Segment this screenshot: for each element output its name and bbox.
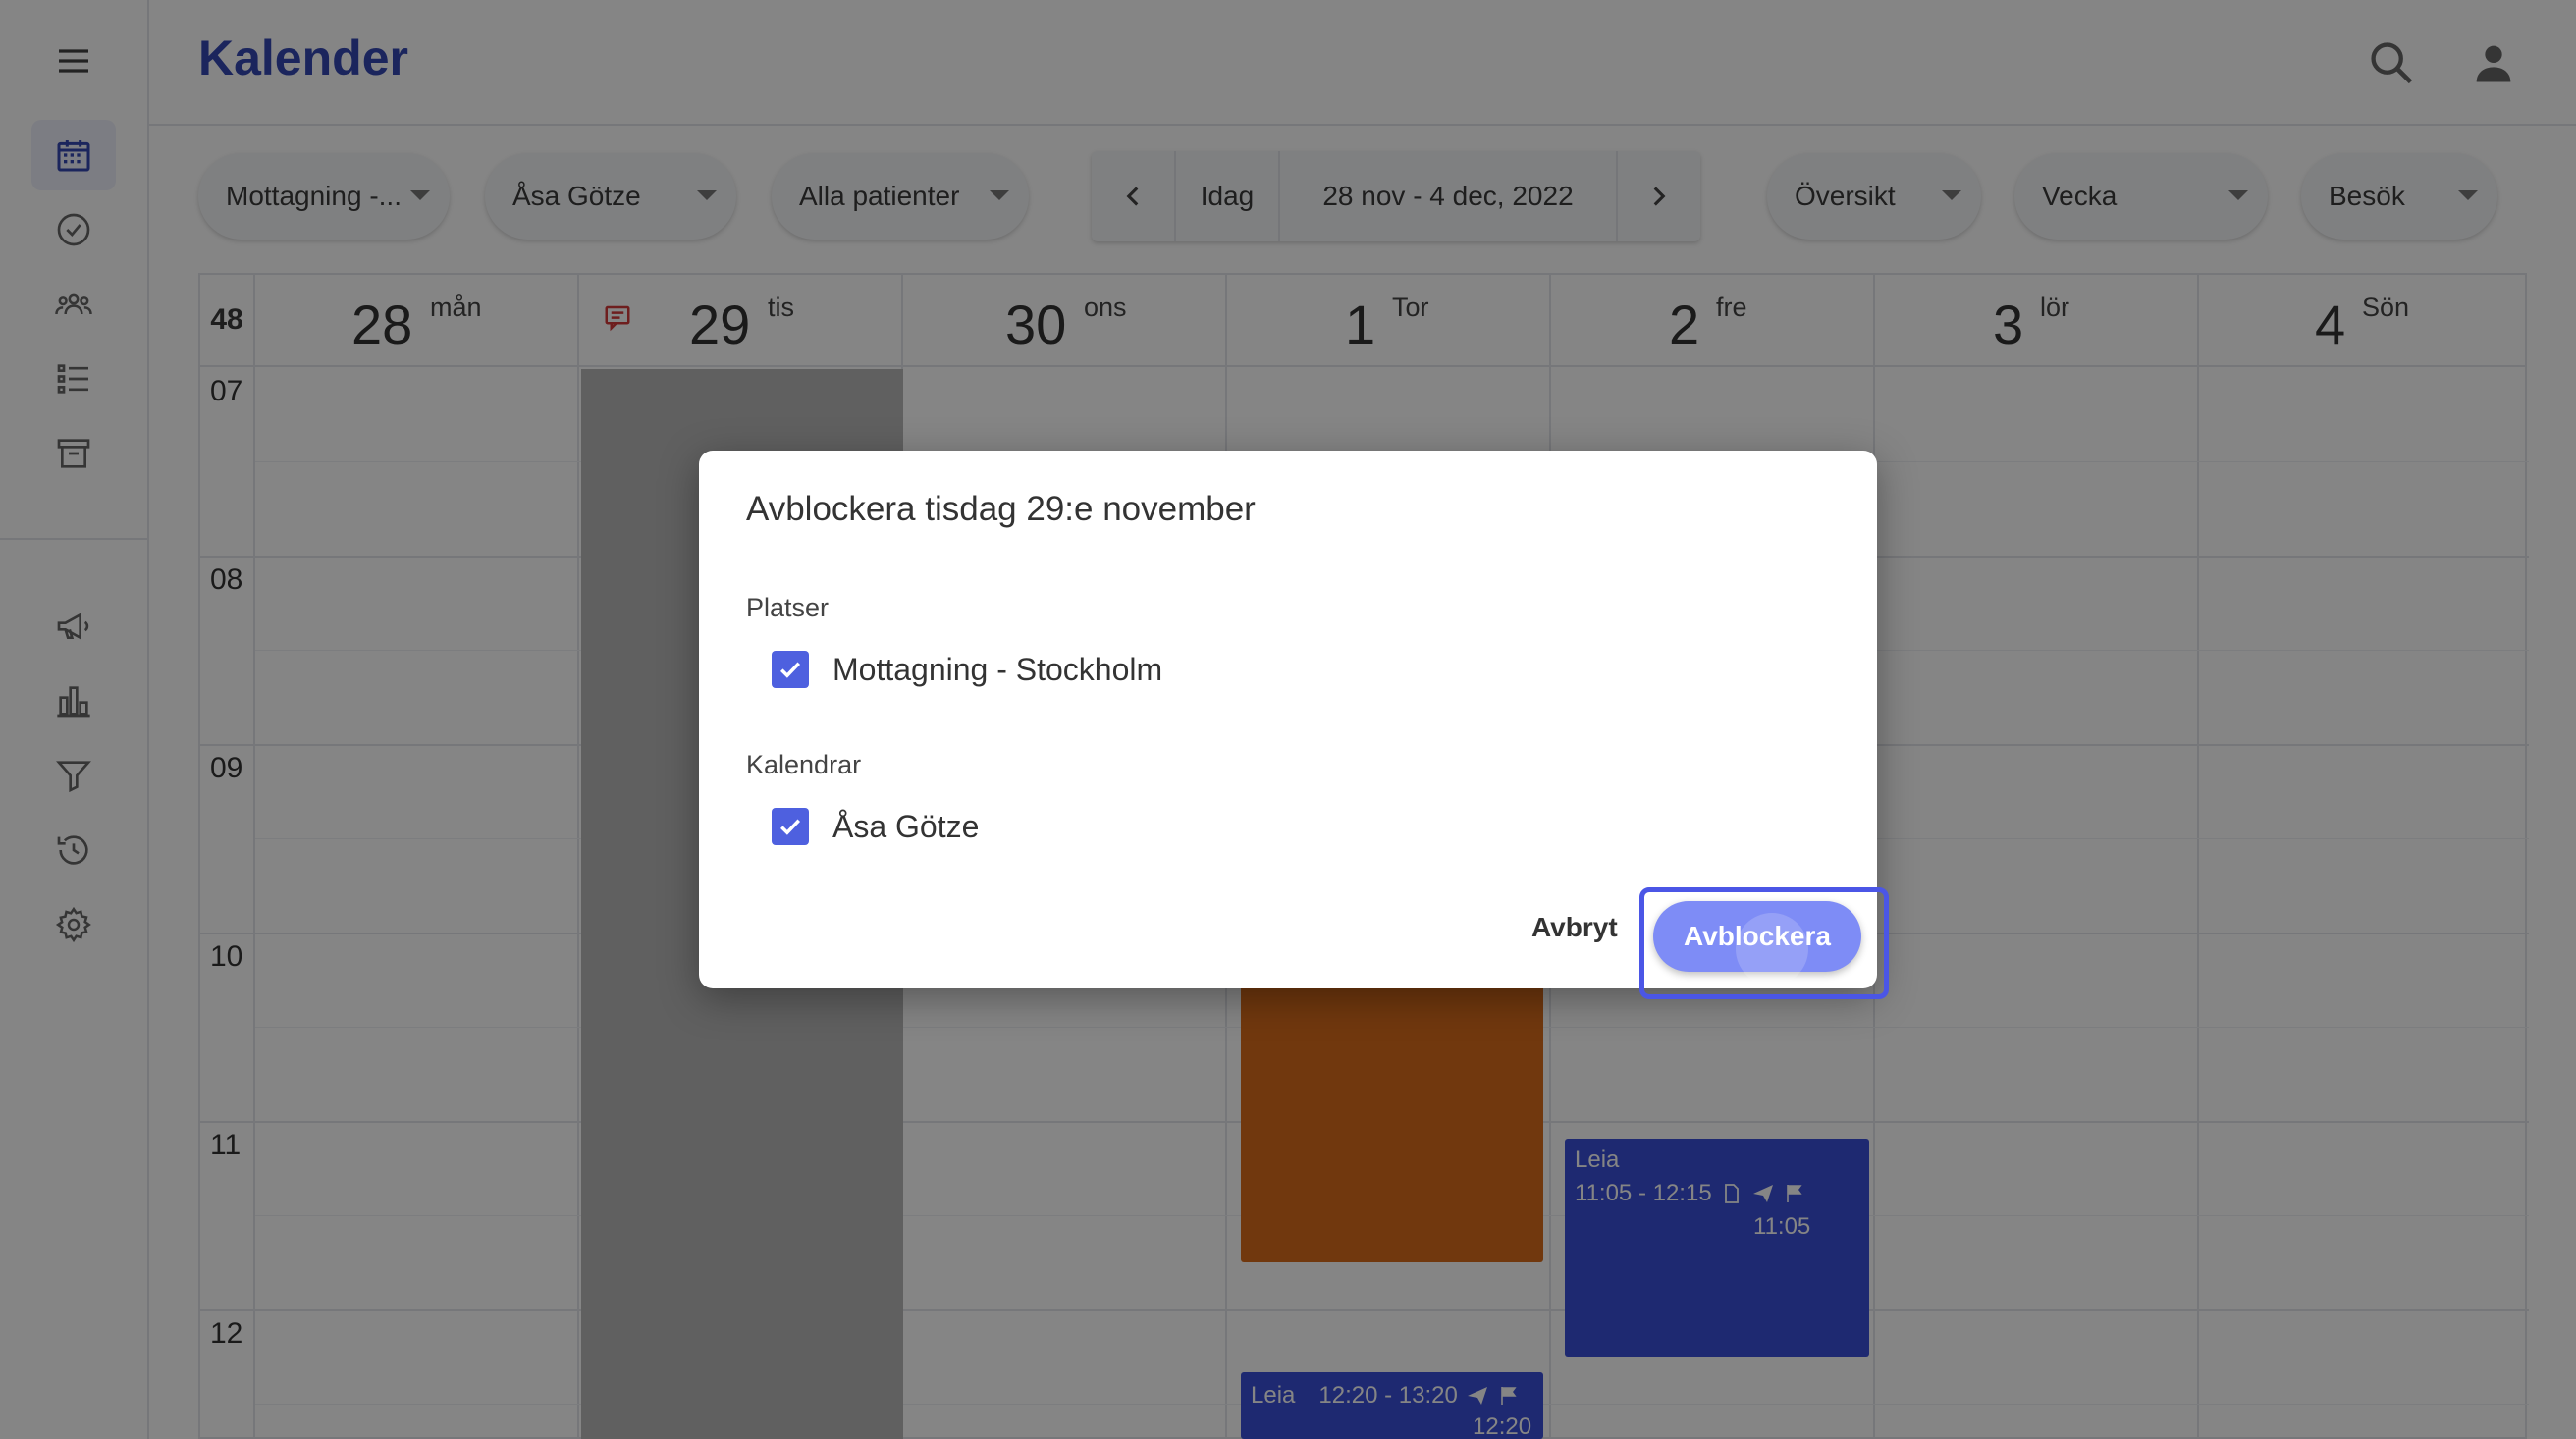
places-label: Platser (746, 593, 830, 622)
cancel-button[interactable]: Avbryt (1531, 912, 1618, 943)
dialog-title: Avblockera tisdag 29:e november (746, 490, 1256, 528)
place-checkbox[interactable] (772, 651, 809, 688)
checkmark-icon (780, 819, 801, 835)
place-checkbox-label: Mottagning - Stockholm (832, 651, 1163, 687)
place-checkbox-row[interactable]: Mottagning - Stockholm (772, 651, 1162, 688)
calendar-checkbox-row[interactable]: Åsa Götze (772, 808, 979, 845)
checkmark-icon (780, 662, 801, 678)
unblock-button-label: Avblockera (1684, 921, 1831, 951)
calendar-checkbox-label: Åsa Götze (832, 808, 980, 844)
calendars-label: Kalendrar (746, 750, 862, 779)
unblock-button[interactable]: Avblockera (1653, 901, 1861, 986)
calendar-checkbox[interactable] (772, 808, 809, 845)
